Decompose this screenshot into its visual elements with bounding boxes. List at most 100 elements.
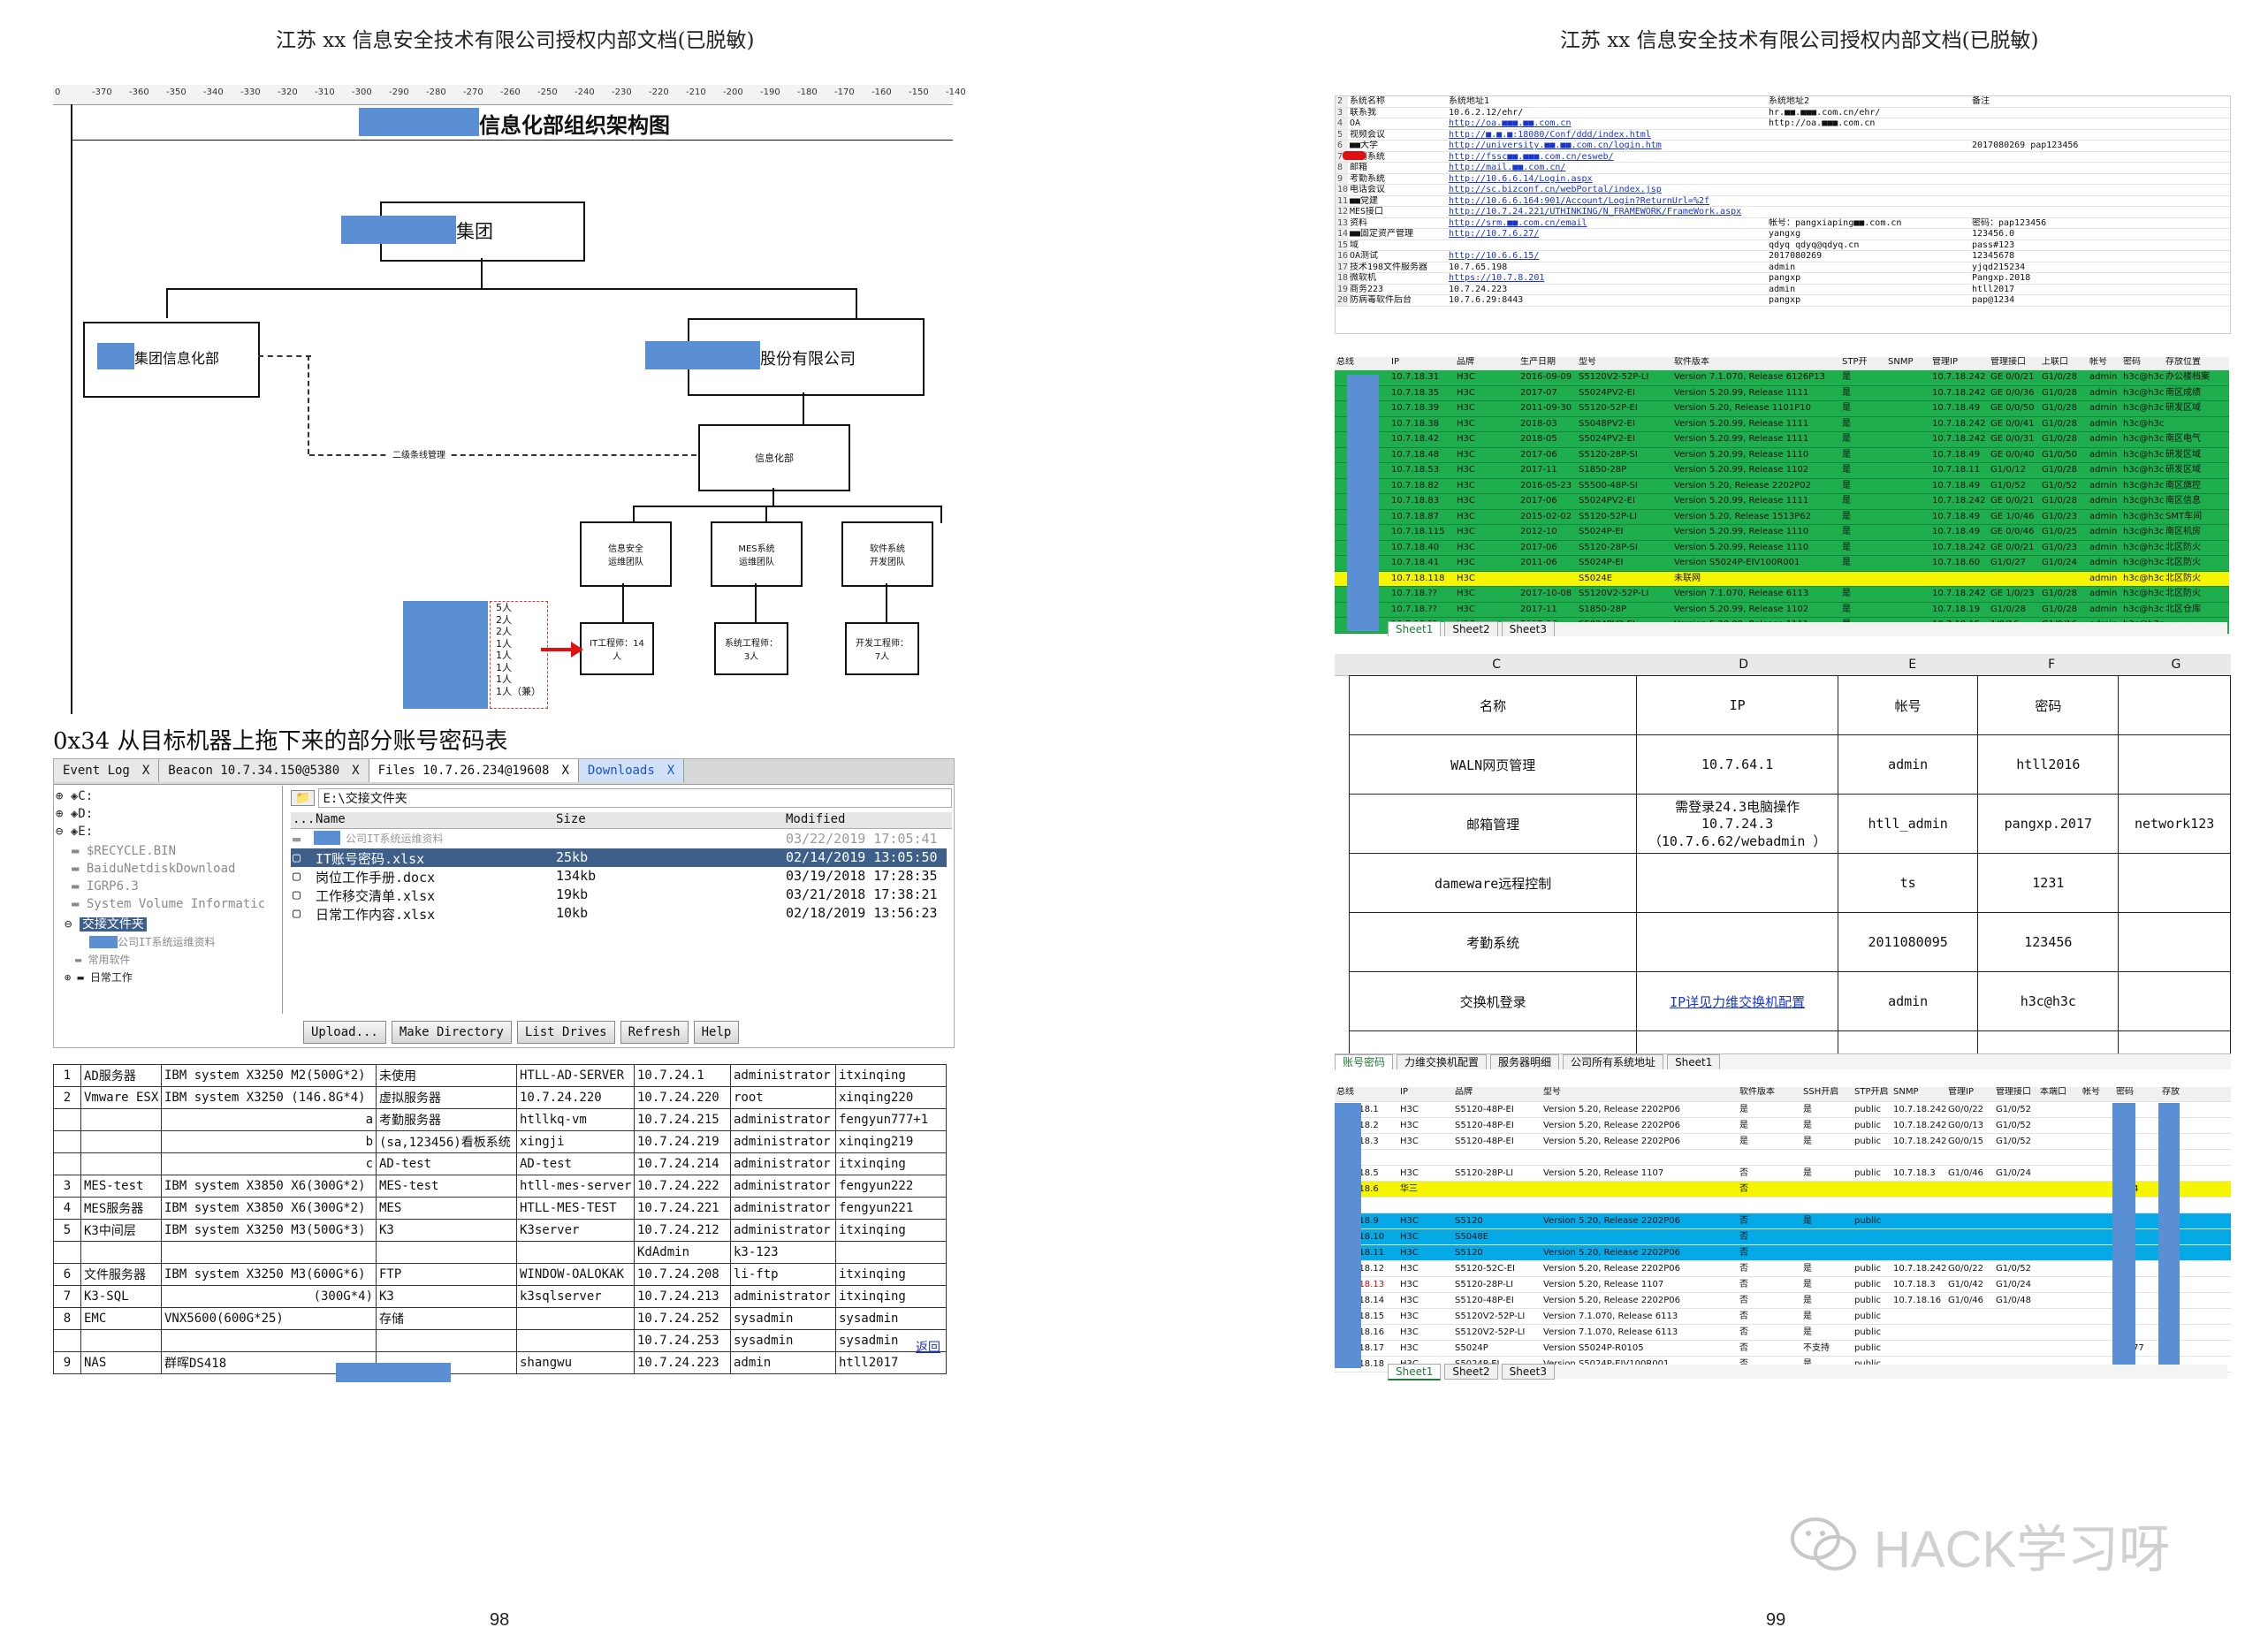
engineer-box-sys: 系统工程师： 3人 bbox=[714, 622, 788, 675]
sheet-cell bbox=[1518, 572, 1577, 587]
tree-folder[interactable]: ▬ BaiduNetdiskDownload bbox=[72, 862, 235, 876]
sheet-cell: S5120V2-52P-LI bbox=[1579, 589, 1649, 598]
table-cell bbox=[53, 1130, 81, 1153]
sheet-cell: 2011-06 bbox=[1520, 558, 1557, 567]
sheet-cell: 研发区域 bbox=[2165, 449, 2201, 460]
sheet-cell: h3c@h3c bbox=[2123, 527, 2164, 536]
table-cell: b bbox=[161, 1130, 377, 1153]
col-name[interactable]: Name bbox=[316, 812, 346, 826]
sheet-tab[interactable]: 账号密码 bbox=[1335, 1053, 1394, 1069]
redacted-block bbox=[2158, 1103, 2180, 1368]
sheet-tab[interactable]: Sheet1 bbox=[1388, 620, 1442, 636]
sheet-cell: 3 bbox=[1336, 107, 1348, 118]
sheet-cell bbox=[1891, 1245, 1946, 1260]
sheet-header-cell: STP开 bbox=[1842, 357, 1868, 367]
tree-drive-e[interactable]: ⊖ ◈E: bbox=[56, 825, 93, 839]
close-icon[interactable]: X bbox=[667, 764, 674, 778]
sheet-cell: H3C bbox=[1457, 496, 1475, 506]
table-cell bbox=[2118, 912, 2231, 972]
file-row[interactable]: ▬ 公司IT系统运维资料 03/22/2019 17:05:41 bbox=[291, 830, 947, 848]
sheet-row: 10.7.18.83 H3C 2017-06 S5024PV2-EI Version 5… bbox=[1335, 494, 2229, 510]
sheet-cell: admin bbox=[1769, 284, 1796, 294]
sheet-cell bbox=[1541, 1229, 1738, 1244]
sheet-tab[interactable]: Sheet2 bbox=[1444, 621, 1498, 636]
file-row[interactable]: ▢ 岗位工作手册.docx 134kb 03/19/2018 17:28:35 bbox=[291, 867, 947, 886]
folder-up-icon[interactable]: 📁 bbox=[291, 790, 316, 806]
file-row[interactable]: ▢ 日常工作内容.xlsx 10kb 02/18/2019 13:56:23 bbox=[291, 904, 947, 923]
tab-downloads[interactable]: Downloads X bbox=[578, 759, 685, 782]
list-drives-button[interactable]: List Drives bbox=[516, 1021, 615, 1044]
sheet-row: 10.7.18.12H3CS5120-52C-EIVersion 5.20, R… bbox=[1335, 1261, 2231, 1277]
table-cell: IP详见力维交换机配置 bbox=[1636, 971, 1838, 1031]
sheet-cell bbox=[1801, 1245, 1853, 1260]
sheet-cell: 否 bbox=[1739, 1168, 1748, 1178]
sheet-tab[interactable]: 力维交换机配置 bbox=[1397, 1054, 1488, 1069]
tree-drive-d[interactable]: ⊕ ◈D: bbox=[56, 807, 93, 821]
sheet-row: 10.7.18.17H3CS5024PVersion S5024P-R0105否… bbox=[1335, 1341, 2231, 1357]
tree-folder-selected[interactable]: ⊖ 交接文件夹 bbox=[65, 915, 147, 932]
refresh-button[interactable]: Refresh bbox=[620, 1021, 689, 1044]
close-icon[interactable]: X bbox=[142, 764, 149, 778]
upload-button[interactable]: Upload... bbox=[303, 1021, 386, 1044]
tree-folder[interactable]: ▬ $RECYCLE.BIN bbox=[72, 844, 176, 858]
team-box-security: 信息安全 运维团队 bbox=[580, 521, 672, 587]
sheet-tab[interactable]: Sheet2 bbox=[1444, 1364, 1498, 1380]
sheet-cell bbox=[2038, 1277, 2081, 1292]
sheet-cell: S5120-52P-EI bbox=[1579, 403, 1638, 413]
help-button[interactable]: Help bbox=[693, 1021, 740, 1044]
col-size[interactable]: Size bbox=[556, 812, 586, 826]
sheet-tab[interactable]: 服务器明细 bbox=[1490, 1054, 1560, 1069]
sheet-cell bbox=[1853, 1229, 1891, 1244]
sheet-cell: OA测试 bbox=[1350, 251, 1379, 261]
sheet-cell: Version 5.20, Release 2202P06 bbox=[1543, 1248, 1681, 1258]
tab-event-log[interactable]: Event Log X bbox=[54, 759, 160, 782]
table-row: 9 NAS 群晖DS418 shangwu 10.7.24.223 admin htll20… bbox=[53, 1351, 947, 1374]
col-modified[interactable]: Modified bbox=[786, 812, 845, 826]
sheet-cell: h3c@h3c bbox=[2123, 542, 2164, 552]
sheet-cell: 10.7.18.242 bbox=[1932, 589, 1986, 598]
sheet-cell bbox=[1891, 1341, 1946, 1356]
sheet-cell bbox=[1970, 163, 2149, 173]
table-cell: htll_admin bbox=[1837, 794, 1979, 854]
sheet-cell bbox=[1886, 603, 1930, 618]
sheet-cell bbox=[1970, 152, 2149, 163]
file-row[interactable]: ▢ 工作移交清单.xlsx 19kb 03/21/2018 17:38:21 bbox=[291, 886, 947, 904]
tree-folder[interactable]: ▬ 常用软件 bbox=[75, 952, 130, 967]
table-cell: 10.7.64.1 bbox=[1636, 734, 1838, 795]
sheet-cell: ■■大学 bbox=[1350, 141, 1379, 150]
sheet-tab[interactable]: Sheet1 bbox=[1667, 1054, 1721, 1069]
tab-beacon[interactable]: Beacon 10.7.34.150@5380 X bbox=[159, 759, 369, 782]
tree-folder[interactable]: 公司IT系统运维资料 bbox=[89, 934, 215, 949]
sheet-cell: S5024P bbox=[1455, 1343, 1488, 1353]
sheet-cell: S5120-28P-SI bbox=[1579, 449, 1638, 460]
ruler-tick: -370 bbox=[92, 87, 112, 97]
path-input[interactable]: E:\交接文件夹 bbox=[318, 788, 952, 808]
file-row-selected[interactable]: ▢ IT账号密码.xlsx 25kb 02/14/2019 13:05:50 bbox=[291, 848, 947, 867]
close-icon[interactable]: X bbox=[352, 764, 359, 778]
table-cell: xinqing219 bbox=[835, 1130, 947, 1153]
tree-folder[interactable]: ⊕ ▬ 日常工作 bbox=[65, 970, 133, 985]
make-directory-button[interactable]: Make Directory bbox=[391, 1021, 512, 1044]
sheet-tab[interactable]: Sheet1 bbox=[1388, 1363, 1442, 1380]
redacted-block bbox=[1347, 375, 1379, 631]
share-co-label: 股份有限公司 bbox=[760, 350, 856, 369]
sheet-tab[interactable]: Sheet3 bbox=[1501, 1364, 1555, 1380]
sheet-cell: H3C bbox=[1400, 1105, 1419, 1114]
close-icon[interactable]: X bbox=[561, 764, 568, 778]
table-cell: KdAdmin bbox=[634, 1241, 731, 1264]
tree-folder[interactable]: ▬ System Volume Informatic bbox=[72, 897, 265, 911]
table-row: b (sa,123456)看板系统 xingji 10.7.24.219 adminis… bbox=[53, 1130, 947, 1153]
sheet-tab[interactable]: 公司所有系统地址 bbox=[1563, 1054, 1664, 1069]
sheet-cell: admin bbox=[2089, 403, 2118, 413]
tree-folder[interactable]: ▬ IGRP6.3 bbox=[72, 879, 139, 894]
tree-drive-c[interactable]: ⊕ ◈C: bbox=[56, 789, 93, 803]
sheet-tab[interactable]: Sheet3 bbox=[1501, 621, 1555, 636]
sheet-cell: http://mail.■■.com.cn/ bbox=[1449, 163, 1566, 172]
sheet-cell: 10.7.6.29:8443 bbox=[1449, 295, 1524, 305]
redacted-block bbox=[97, 343, 134, 369]
sheet-header-cell: 软件版本 bbox=[1739, 1087, 1775, 1097]
return-link[interactable]: 返回 bbox=[916, 1338, 940, 1356]
sheet-cell: H3C bbox=[1457, 558, 1475, 567]
tab-files[interactable]: Files 10.7.26.234@19608 X bbox=[369, 759, 579, 782]
system-address-sheet: 2 系统名称 系统地址1 系统地址2 备注 3 联系我 10.6.2.12/ehr/hr.■■… bbox=[1335, 95, 2231, 334]
